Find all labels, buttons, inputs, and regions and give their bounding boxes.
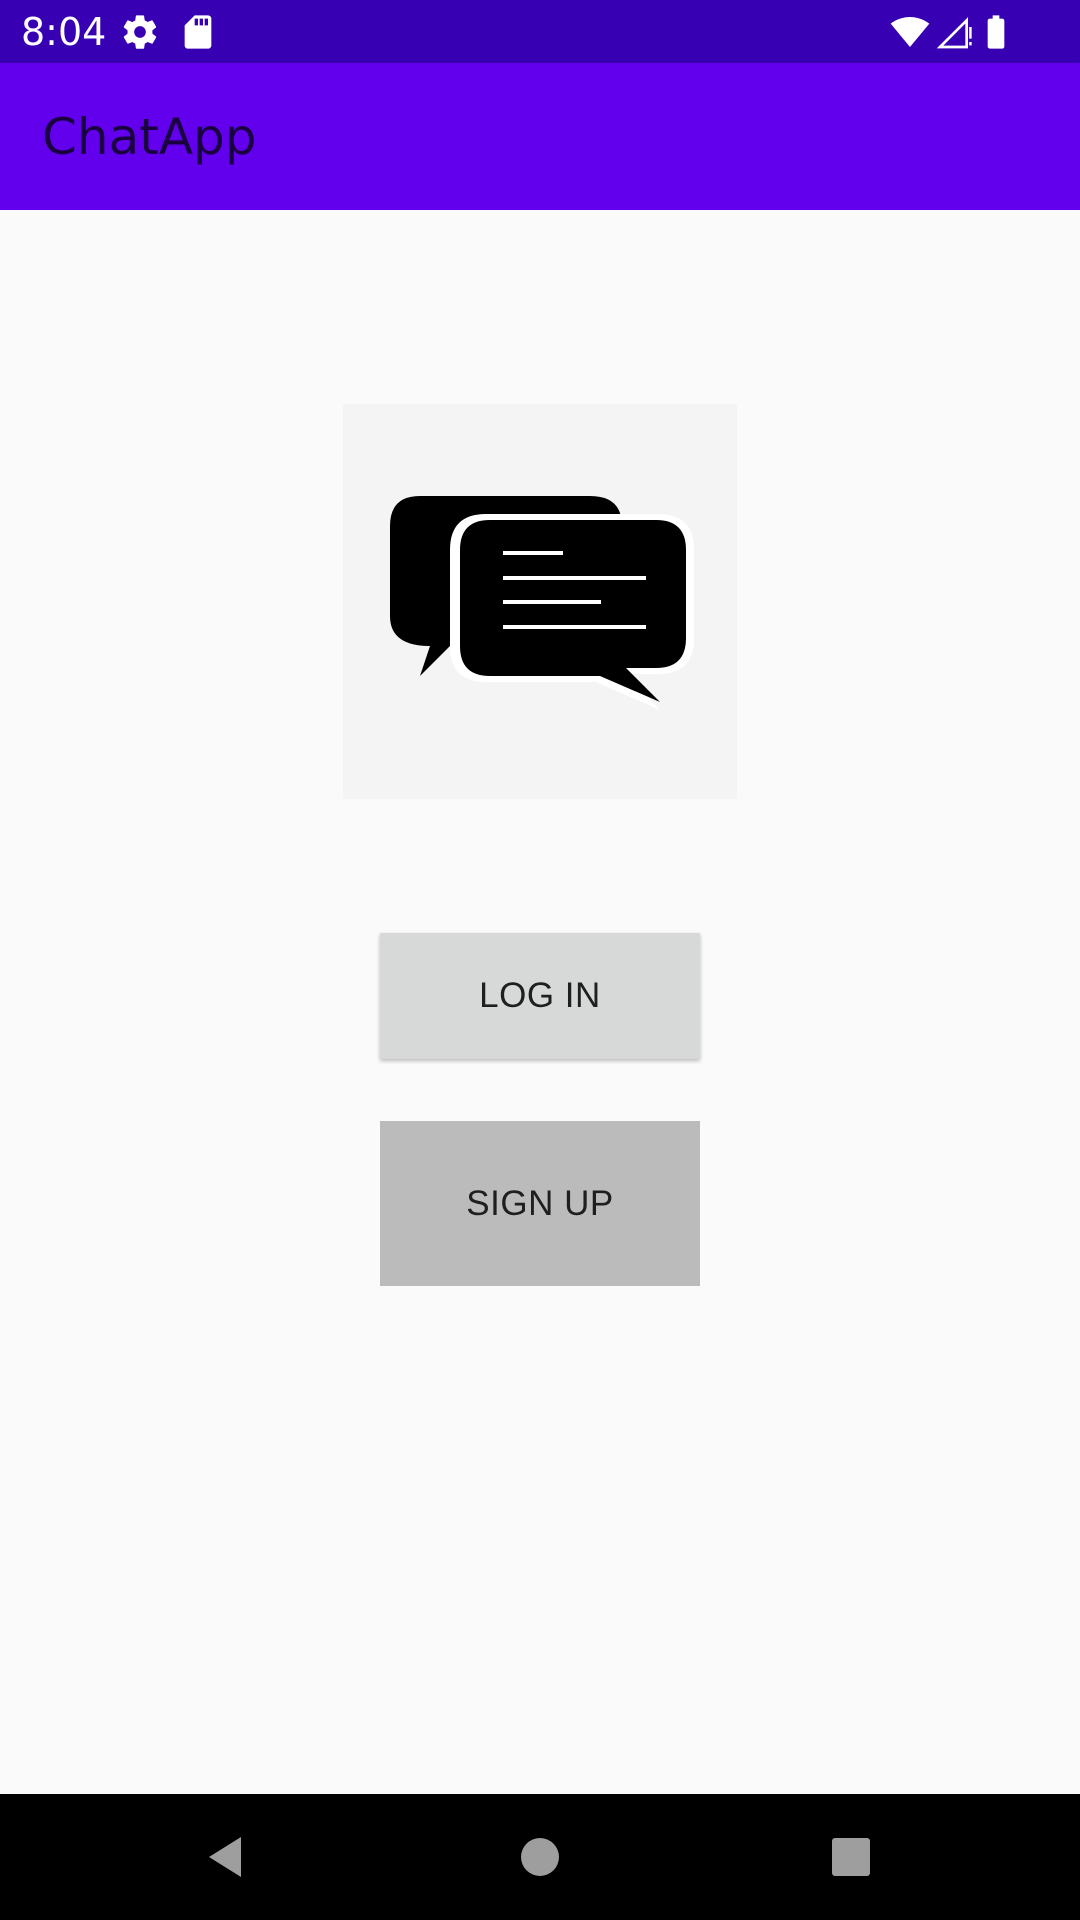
status-time: 8:04	[21, 10, 107, 54]
login-button[interactable]: LOG IN	[380, 933, 700, 1059]
app-logo	[343, 404, 737, 799]
back-icon[interactable]	[193, 1824, 259, 1890]
app-bar: ChatApp	[0, 63, 1080, 210]
signup-button[interactable]: SIGN UP	[380, 1121, 700, 1286]
gear-icon	[120, 12, 160, 52]
battery-icon	[976, 12, 1016, 52]
status-bar: 8:04	[0, 0, 1080, 63]
system-nav-bar	[0, 1794, 1080, 1920]
app-title: ChatApp	[42, 108, 257, 166]
recents-icon[interactable]	[818, 1824, 884, 1890]
sd-card-icon	[178, 12, 218, 52]
chat-bubbles-icon	[390, 496, 694, 710]
wifi-icon	[890, 12, 930, 52]
signal-icon	[935, 12, 975, 52]
home-icon[interactable]	[507, 1824, 573, 1890]
